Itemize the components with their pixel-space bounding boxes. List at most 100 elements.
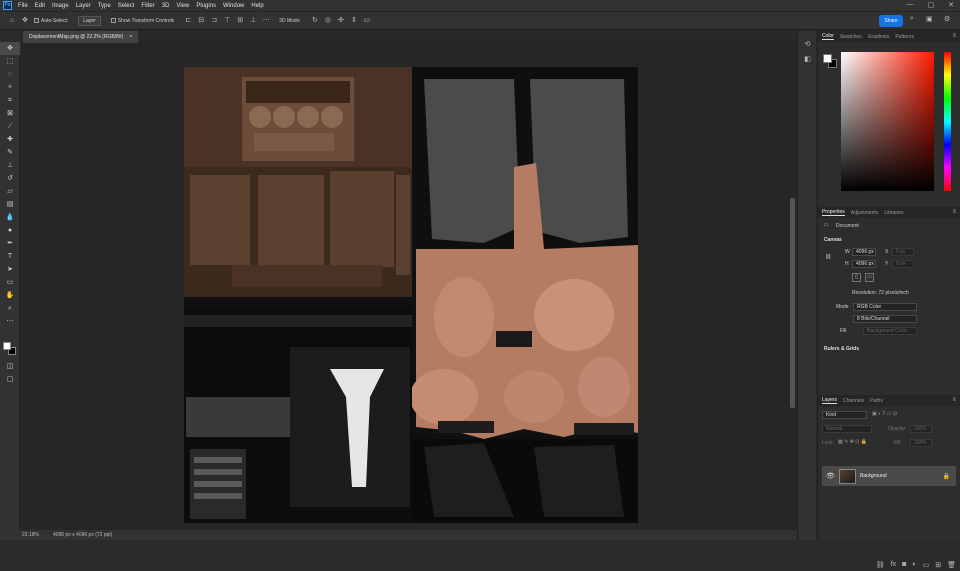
lasso-icon[interactable]: ◌: [0, 68, 20, 81]
align-left-icon[interactable]: ⊏: [184, 17, 192, 25]
healing-icon[interactable]: ✚: [0, 133, 20, 146]
zoom-level[interactable]: 22.18%: [22, 532, 39, 538]
tab-swatches[interactable]: Swatches: [840, 34, 862, 40]
tab-libraries[interactable]: Libraries: [884, 210, 903, 216]
menu-3d[interactable]: 3D: [162, 3, 170, 9]
link-dimensions-icon[interactable]: ⛓: [825, 254, 831, 260]
tab-patterns[interactable]: Patterns: [895, 34, 914, 40]
zoom-icon[interactable]: ⌕: [0, 302, 20, 315]
tab-channels[interactable]: Channels: [843, 398, 864, 404]
width-field[interactable]: 4096 px: [852, 248, 876, 256]
tab-adjustments[interactable]: Adjustments: [851, 210, 879, 216]
3d-scale-icon[interactable]: ▭: [363, 17, 371, 25]
panel-foreground-swatch[interactable]: [823, 54, 832, 63]
eraser-icon[interactable]: ▱: [0, 185, 20, 198]
tab-color[interactable]: Color: [822, 33, 834, 40]
fill-opacity-field[interactable]: 100%: [910, 439, 932, 447]
hue-slider[interactable]: [944, 52, 951, 191]
auto-select-option[interactable]: Auto-Select:: [34, 18, 68, 24]
auto-select-target-dropdown[interactable]: Layer: [78, 15, 101, 26]
move-icon[interactable]: ✥: [0, 42, 20, 55]
add-mask-icon[interactable]: ◙: [902, 561, 906, 569]
workspace-icon[interactable]: ▣: [926, 15, 933, 23]
menu-window[interactable]: Window: [223, 3, 244, 9]
tab-layers[interactable]: Layers: [822, 397, 838, 404]
close-tab-icon[interactable]: ×: [129, 31, 132, 43]
layer-lock-icon[interactable]: 🔒: [943, 473, 950, 480]
history-icon[interactable]: ⟲: [798, 37, 817, 52]
mode-dropdown[interactable]: RGB Color: [853, 303, 917, 311]
gradient-icon[interactable]: ▤: [0, 198, 20, 211]
3d-slide-icon[interactable]: ⇕: [350, 17, 358, 25]
tab-properties[interactable]: Properties: [822, 209, 845, 216]
move-tool-preset-icon[interactable]: ✥: [21, 17, 29, 25]
adjustment-layer-icon[interactable]: ◐: [912, 561, 916, 569]
more-tools-icon[interactable]: ⋯: [0, 315, 20, 328]
portrait-orientation-icon[interactable]: ▯: [852, 273, 861, 282]
vertical-scrollbar[interactable]: [789, 43, 796, 530]
align-right-icon[interactable]: ⊐: [210, 17, 218, 25]
menu-help[interactable]: Help: [251, 3, 263, 9]
3d-pan-icon[interactable]: ✣: [337, 17, 345, 25]
link-layers-icon[interactable]: ⛓: [876, 561, 885, 569]
menu-select[interactable]: Select: [118, 3, 135, 9]
more-options-icon[interactable]: ⋯: [262, 17, 270, 25]
magic-wand-icon[interactable]: ✧: [0, 81, 20, 94]
search-icon[interactable]: ⌕: [910, 15, 914, 23]
dodge-icon[interactable]: ●: [0, 224, 20, 237]
landscape-orientation-icon[interactable]: ▭: [865, 273, 874, 282]
pen-icon[interactable]: ✒: [0, 237, 20, 250]
marquee-icon[interactable]: ⬚: [0, 55, 20, 68]
canvas-area[interactable]: [21, 43, 789, 530]
crop-icon[interactable]: ⌗: [0, 94, 20, 107]
layer-row-background[interactable]: 👁 Background 🔒: [822, 466, 956, 486]
tab-gradients[interactable]: Gradients: [868, 34, 890, 40]
canvas-section-title[interactable]: Canvas: [824, 237, 842, 243]
transform-controls-checkbox[interactable]: [110, 18, 116, 23]
settings-icon[interactable]: ⚙: [944, 15, 950, 23]
color-picker-field[interactable]: [841, 52, 934, 191]
menu-file[interactable]: File: [18, 3, 28, 9]
close-window-icon[interactable]: ✕: [948, 1, 954, 9]
blend-mode-dropdown[interactable]: Normal: [822, 425, 872, 433]
share-button[interactable]: Share: [879, 15, 903, 27]
fill-dropdown[interactable]: Background Color: [863, 327, 917, 335]
height-field[interactable]: 4096 px: [852, 260, 876, 268]
3d-orbit-icon[interactable]: ↻: [311, 17, 319, 25]
new-group-icon[interactable]: ▭: [923, 561, 930, 569]
minimize-icon[interactable]: —: [907, 1, 914, 9]
layer-filter-dropdown[interactable]: Kind: [822, 411, 867, 419]
align-top-icon[interactable]: ⊤: [223, 17, 231, 25]
bit-depth-dropdown[interactable]: 8 Bits/Channel: [853, 315, 917, 323]
auto-select-checkbox[interactable]: [34, 18, 39, 23]
delete-layer-icon[interactable]: 🗑: [947, 561, 956, 569]
layer-name[interactable]: Background: [860, 473, 887, 479]
transform-controls-option[interactable]: Show Transform Controls: [110, 18, 174, 24]
menu-type[interactable]: Type: [98, 3, 111, 9]
home-icon[interactable]: ⌂: [8, 17, 16, 25]
align-middle-icon[interactable]: ⊞: [236, 17, 244, 25]
lock-icons[interactable]: ▩ ✎ ✥ ⊡ 🔒: [838, 439, 867, 445]
rulers-grids-section-title[interactable]: Rulers & Grids: [824, 346, 859, 352]
x-field[interactable]: 0 px: [892, 248, 914, 256]
panel-menu-icon[interactable]: ≡: [952, 33, 956, 39]
hand-icon[interactable]: ✋: [0, 289, 20, 302]
opacity-field[interactable]: 100%: [910, 425, 932, 433]
3d-roll-icon[interactable]: ◎: [324, 17, 332, 25]
type-icon[interactable]: T: [0, 250, 20, 263]
shape-icon[interactable]: ▭: [0, 276, 20, 289]
layer-style-icon[interactable]: fx: [891, 561, 896, 569]
displacement-map-image[interactable]: [184, 67, 638, 523]
y-field[interactable]: 0 px: [892, 260, 914, 268]
layers-menu-icon[interactable]: ≡: [952, 397, 956, 403]
document-tab[interactable]: DisplacementMap.png @ 22.2% (RGB/8#) ×: [23, 31, 139, 43]
menu-edit[interactable]: Edit: [35, 3, 45, 9]
vertical-scroll-thumb[interactable]: [790, 198, 795, 408]
eyedropper-icon[interactable]: ⟋: [0, 120, 20, 133]
visibility-eye-icon[interactable]: 👁: [826, 472, 835, 480]
menu-plugins[interactable]: Plugins: [196, 3, 216, 9]
blur-icon[interactable]: 💧: [0, 211, 20, 224]
maximize-icon[interactable]: ▢: [928, 1, 935, 9]
screen-mode-icon[interactable]: ▢: [0, 373, 20, 386]
document-info[interactable]: 4096 px x 4096 px (72 ppi): [53, 532, 112, 538]
